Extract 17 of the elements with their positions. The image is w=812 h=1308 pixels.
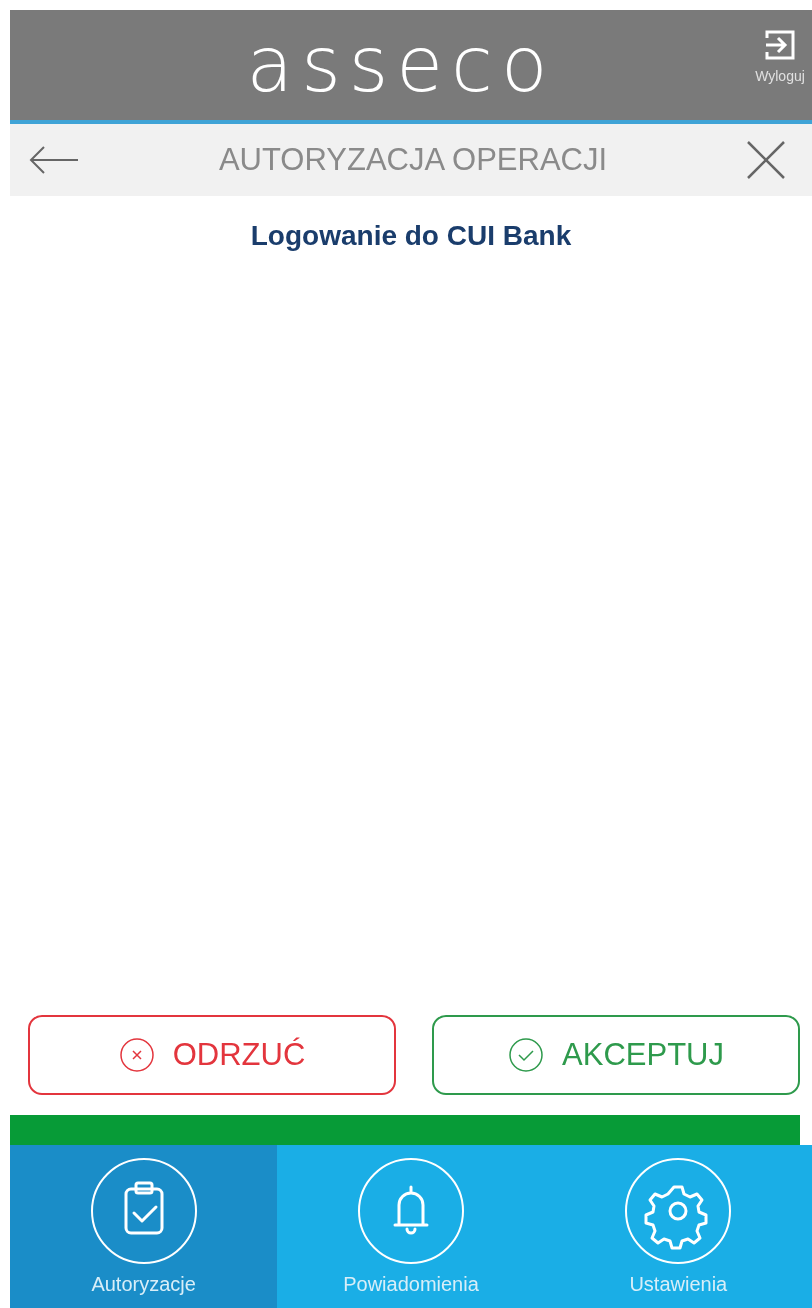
logout-icon <box>763 28 797 62</box>
nav-tab[interactable]: Ustawienia <box>544 1145 812 1308</box>
close-button[interactable] <box>746 140 786 180</box>
bell-icon <box>357 1157 465 1265</box>
logout-button[interactable]: Wyloguj <box>748 28 812 84</box>
check-circle-icon <box>508 1037 545 1073</box>
nav-tab[interactable]: Powiadomienia <box>277 1145 545 1308</box>
back-button[interactable] <box>28 145 80 175</box>
clipboard-check-icon <box>89 1157 198 1265</box>
settings-icon <box>624 1157 733 1265</box>
close-circle-icon <box>118 1037 155 1073</box>
logo: asseco <box>246 27 556 103</box>
operation-title: Logowanie do CUI Bank <box>250 220 572 252</box>
page-title: AUTORYZACJA OPERACJI <box>218 142 608 178</box>
accept-button[interactable]: AKCEPTUJ <box>432 1015 800 1095</box>
nav-tab[interactable]: Autoryzacje <box>10 1145 278 1308</box>
reject-button[interactable]: ODRZUĆ <box>28 1015 396 1095</box>
